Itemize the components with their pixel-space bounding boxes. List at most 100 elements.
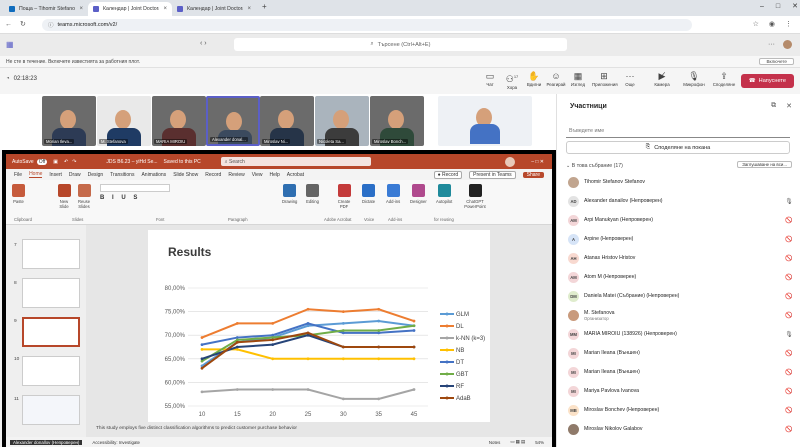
participant-row[interactable]: AM Atom M (Непроверен) 🚫 <box>566 269 796 285</box>
back-icon[interactable]: ← <box>5 21 12 28</box>
more-button[interactable]: ··· Още <box>620 71 640 87</box>
more-options-icon[interactable]: ··· <box>768 41 775 48</box>
minimize-button[interactable]: – <box>760 3 764 10</box>
mic-muted-icon[interactable]: 🚫 <box>782 293 796 300</box>
participant-row[interactable]: MI Marian Ileana (Външен) 🚫 <box>566 345 796 361</box>
mic-muted-icon[interactable]: 🚫 <box>782 217 796 224</box>
back-nav-icon[interactable]: ‹ › <box>200 40 207 47</box>
participant-row[interactable]: Tihomir Stefanov Stefanov <box>566 174 796 190</box>
menu-draw[interactable]: Draw <box>69 172 81 178</box>
participant-row[interactable]: MM MARIA MIROIU (138926) (Непроверен) 🎙 <box>566 326 796 342</box>
redo-icon[interactable]: ↷ <box>72 159 76 165</box>
reload-icon[interactable]: ↻ <box>20 20 26 28</box>
invite-input[interactable]: Въведете име <box>566 125 790 138</box>
menu-acrobat[interactable]: Acrobat <box>287 172 304 178</box>
menu-slide-show[interactable]: Slide Show <box>173 172 198 178</box>
drawing-button[interactable]: Drawing <box>282 184 297 204</box>
zoom-level[interactable]: 54% <box>535 440 544 445</box>
leave-button[interactable]: ☎ Напуснете <box>740 74 794 88</box>
mic-muted-icon[interactable]: 🚫 <box>782 312 796 319</box>
maximize-button[interactable]: □ <box>776 3 780 10</box>
mic-icon[interactable]: 🎙 <box>782 198 796 205</box>
menu-animations[interactable]: Animations <box>141 172 166 178</box>
bookmark-star-icon[interactable]: ☆ <box>753 20 759 28</box>
pp-search-input[interactable]: ⌕ Search <box>220 157 371 166</box>
video-tile[interactable]: Nicoleta Sa... <box>315 96 369 146</box>
autopilot-button[interactable]: Autopilot <box>436 184 452 204</box>
font-controls[interactable]: B I U S <box>100 184 250 212</box>
chat-button[interactable]: ▭ Чат <box>480 71 500 87</box>
menu-home[interactable]: Home <box>29 171 43 178</box>
camera-button[interactable]: ▶̸ Камера <box>652 71 672 87</box>
participant-row[interactable]: M. Stefanova Организатор 🚫 <box>566 307 796 323</box>
menu-view[interactable]: View <box>252 172 263 178</box>
new-tab-button[interactable]: + <box>262 2 267 11</box>
slide-thumbnail[interactable] <box>22 239 80 269</box>
mic-muted-icon[interactable]: 🚫 <box>782 350 796 357</box>
mic-muted-icon[interactable]: 🚫 <box>782 255 796 262</box>
mic-muted-icon[interactable]: 🚫 <box>782 274 796 281</box>
participant-row[interactable]: MI Marian Ileana (Външен) 🚫 <box>566 364 796 380</box>
save-icon[interactable]: ▣ <box>53 159 58 165</box>
teams-search-input[interactable]: ⌕ Търсене (Ctrl+Alt+E) <box>234 38 567 51</box>
slide-thumbnail-selected[interactable] <box>22 317 80 347</box>
font-name-dropdown[interactable] <box>100 184 170 192</box>
designer-button[interactable]: Designer <box>410 184 427 204</box>
apps-button[interactable]: ⊞ Приложения <box>592 71 618 87</box>
dictate-button[interactable]: Dictate <box>362 184 375 204</box>
video-tile[interactable]: Morian Ileva... <box>42 96 96 146</box>
menu-insert[interactable]: Insert <box>49 172 62 178</box>
site-info-icon[interactable]: ⓘ <box>48 21 54 29</box>
view-button[interactable]: ▦ Изглед <box>568 71 588 87</box>
browser-menu-icon[interactable]: ⋮ <box>785 20 792 28</box>
close-tab-icon[interactable]: × <box>79 6 83 12</box>
view-normal-icon[interactable]: ▭ ▦ ▤ <box>510 439 525 445</box>
app-launcher-icon[interactable]: ▦ <box>6 40 14 49</box>
menu-design[interactable]: Design <box>88 172 104 178</box>
notes-button[interactable]: Notes <box>489 440 500 445</box>
autosave-toggle[interactable]: Off <box>36 158 48 165</box>
enable-notifications-button[interactable]: Включете <box>759 58 794 65</box>
close-tab-icon[interactable]: × <box>247 6 251 12</box>
slide-thumbnail[interactable] <box>22 278 80 308</box>
raise-hand-button[interactable]: ✋ Вдигни <box>524 71 544 87</box>
video-tile[interactable]: M. Stefanova <box>97 96 151 146</box>
add-ins-button[interactable]: Add-ins <box>386 184 400 204</box>
mic-icon[interactable]: 🎙 <box>782 331 796 338</box>
participant-row[interactable]: AD Alexander danailov (Непроверен) 🎙 <box>566 193 796 209</box>
participant-row[interactable]: AH Atanas Hristov Hristov 🚫 <box>566 250 796 266</box>
share-screen-button[interactable]: ⇪ Споделяне <box>712 71 736 87</box>
mute-all-button[interactable]: Заглушаване на вси... <box>737 161 792 168</box>
paste-button[interactable]: Paste <box>12 184 25 204</box>
browser-tab-calendar[interactable]: Календар | Joint Doctoral T × <box>172 2 256 16</box>
font-format-icons[interactable]: B I U S <box>100 195 250 201</box>
video-tile-active-speaker[interactable]: Alexander donal... <box>206 96 260 146</box>
profile-icon[interactable]: ◉ <box>769 20 775 28</box>
slide-thumbnail[interactable] <box>22 395 80 425</box>
video-tile[interactable]: MARIA MIROIU <box>152 96 206 146</box>
mic-muted-icon[interactable]: 🚫 <box>782 407 796 414</box>
accessibility-status[interactable]: Accessibility: Investigate <box>92 440 140 445</box>
video-tile[interactable]: Miroslav Bonch... <box>370 96 424 146</box>
user-avatar[interactable] <box>783 40 792 49</box>
participant-row[interactable]: AM Arpi Manukyan (Непроверен) 🚫 <box>566 212 796 228</box>
pp-window-controls[interactable]: – □ ✕ <box>531 159 544 165</box>
participant-row[interactable]: MB Miroslav Bonchev (Непроверен) 🚫 <box>566 402 796 418</box>
close-tab-icon[interactable]: × <box>163 6 167 12</box>
participant-row[interactable]: DM Daniela Matei (Събрание) (Непроверен) 🚫 <box>566 288 796 304</box>
create-pdf-button[interactable]: Create PDF <box>334 184 354 209</box>
close-panel-icon[interactable]: ✕ <box>786 102 792 110</box>
participant-row[interactable]: A Arpine (Непроверен) 🚫 <box>566 231 796 247</box>
menu-transitions[interactable]: Transitions <box>110 172 134 178</box>
pin-icon[interactable]: ⧉ <box>771 102 776 110</box>
menu-record[interactable]: Record <box>205 172 221 178</box>
reuse-slides-button[interactable]: Reuse Slides <box>76 184 92 209</box>
mic-button[interactable]: 🎙 Микрофон <box>682 71 706 87</box>
undo-icon[interactable]: ↶ <box>64 159 68 165</box>
editing-button[interactable]: Editing <box>306 184 319 204</box>
share-invite-button[interactable]: ⎘ Споделяне на покана <box>566 141 790 154</box>
menu-file[interactable]: File <box>14 172 22 178</box>
results-chart[interactable]: 55,00% 60,00% 65,00% 70,00% 75,00% 80,00% 10 15… <box>148 230 490 422</box>
participant-row[interactable]: MI Mariya Pavlova Ivanova 🚫 <box>566 383 796 399</box>
mic-muted-icon[interactable]: 🚫 <box>782 369 796 376</box>
